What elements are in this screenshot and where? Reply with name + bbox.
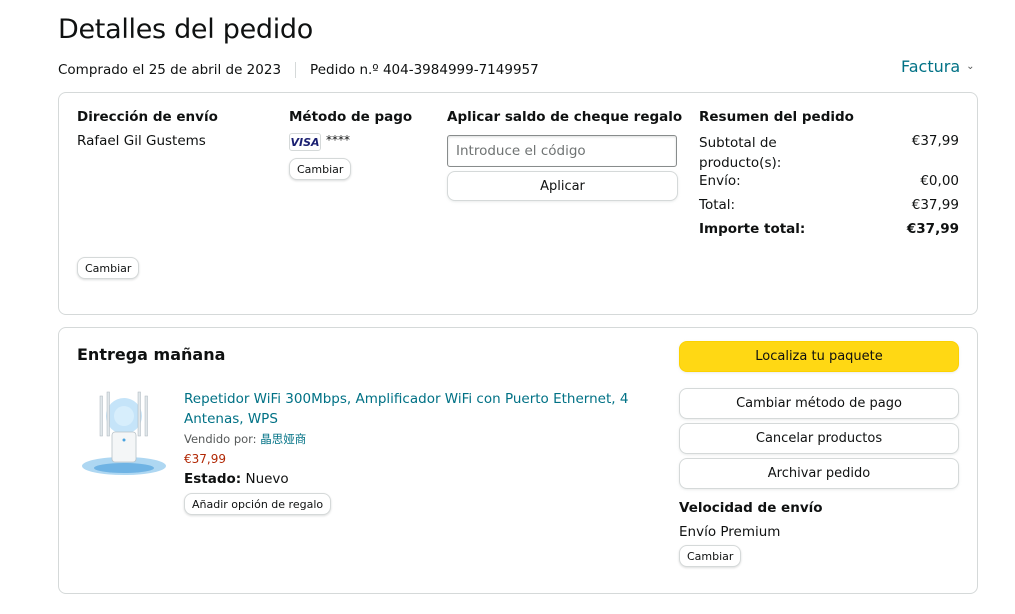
order-number: Pedido n.º 404-3984999-7149957 — [310, 62, 539, 78]
payment-method-heading: Método de pago — [289, 109, 413, 125]
product-image[interactable] — [79, 388, 169, 483]
change-shipping-speed-button[interactable]: Cambiar — [679, 545, 742, 567]
chevron-down-icon: ⌄ — [966, 61, 975, 72]
subtotal-row: Subtotal de producto(s): €37,99 — [699, 133, 959, 173]
product-title-link[interactable]: Repetidor WiFi 300Mbps, Amplificador WiF… — [184, 389, 634, 429]
total-value: €37,99 — [911, 197, 959, 213]
apply-gift-button[interactable]: Aplicar — [447, 171, 678, 201]
shipping-speed-heading: Velocidad de envío — [679, 500, 823, 516]
invoice-label: Factura — [901, 57, 961, 76]
change-address-button[interactable]: Cambiar — [77, 257, 140, 279]
delivery-heading: Entrega mañana — [77, 345, 226, 364]
change-payment-method-button[interactable]: Cambiar método de pago — [679, 388, 959, 419]
sold-by: Vendido por: 晶思娅商 — [184, 431, 306, 447]
purchase-date: Comprado el 25 de abril de 2023 — [58, 62, 282, 78]
archive-order-button[interactable]: Archivar pedido — [679, 458, 959, 489]
grand-total-row: Importe total: €37,99 — [699, 221, 959, 237]
shipping-name: Rafael Gil Gustems — [77, 133, 206, 149]
gift-card-heading: Aplicar saldo de cheque regalo — [447, 109, 683, 125]
shipping-value: €0,00 — [920, 173, 959, 189]
divider — [295, 62, 297, 78]
cancel-products-button[interactable]: Cancelar productos — [679, 423, 959, 454]
condition-value: Nuevo — [245, 471, 289, 487]
product-condition: Estado: Nuevo — [184, 471, 289, 487]
order-summary-card: Dirección de envío Rafael Gil Gustems Ca… — [58, 92, 978, 315]
shipping-address-heading: Dirección de envío — [77, 109, 218, 125]
order-summary-heading: Resumen del pedido — [699, 109, 854, 125]
delivery-card: Entrega mañana Repetidor WiFi 300Mbps, A… — [58, 327, 978, 594]
subtotal-label: Subtotal de producto(s): — [699, 135, 782, 171]
seller-link[interactable]: 晶思娅商 — [260, 432, 306, 446]
subtotal-value: €37,99 — [911, 133, 959, 149]
total-label: Total: — [699, 197, 736, 213]
visa-card-icon: VISA — [289, 133, 321, 151]
shipping-label: Envío: — [699, 173, 741, 189]
shipping-speed-value: Envío Premium — [679, 524, 781, 540]
card-mask: **** — [326, 133, 350, 147]
gift-code-input[interactable] — [447, 135, 677, 167]
total-row: Total: €37,99 — [699, 197, 959, 213]
add-gift-option-button[interactable]: Añadir opción de regalo — [184, 493, 332, 515]
grand-total-label: Importe total: — [699, 221, 806, 237]
change-payment-button[interactable]: Cambiar — [289, 158, 352, 180]
invoice-dropdown[interactable]: Factura ⌄ — [901, 57, 975, 76]
product-price: €37,99 — [184, 452, 226, 466]
shipping-row: Envío: €0,00 — [699, 173, 959, 189]
sold-by-label: Vendido por: — [184, 432, 257, 446]
grand-total-value: €37,99 — [906, 221, 959, 237]
order-meta: Comprado el 25 de abril de 2023 Pedido n… — [58, 62, 539, 78]
condition-label: Estado: — [184, 471, 242, 487]
track-package-button[interactable]: Localiza tu paquete — [679, 341, 959, 372]
page-title: Detalles del pedido — [58, 14, 313, 45]
